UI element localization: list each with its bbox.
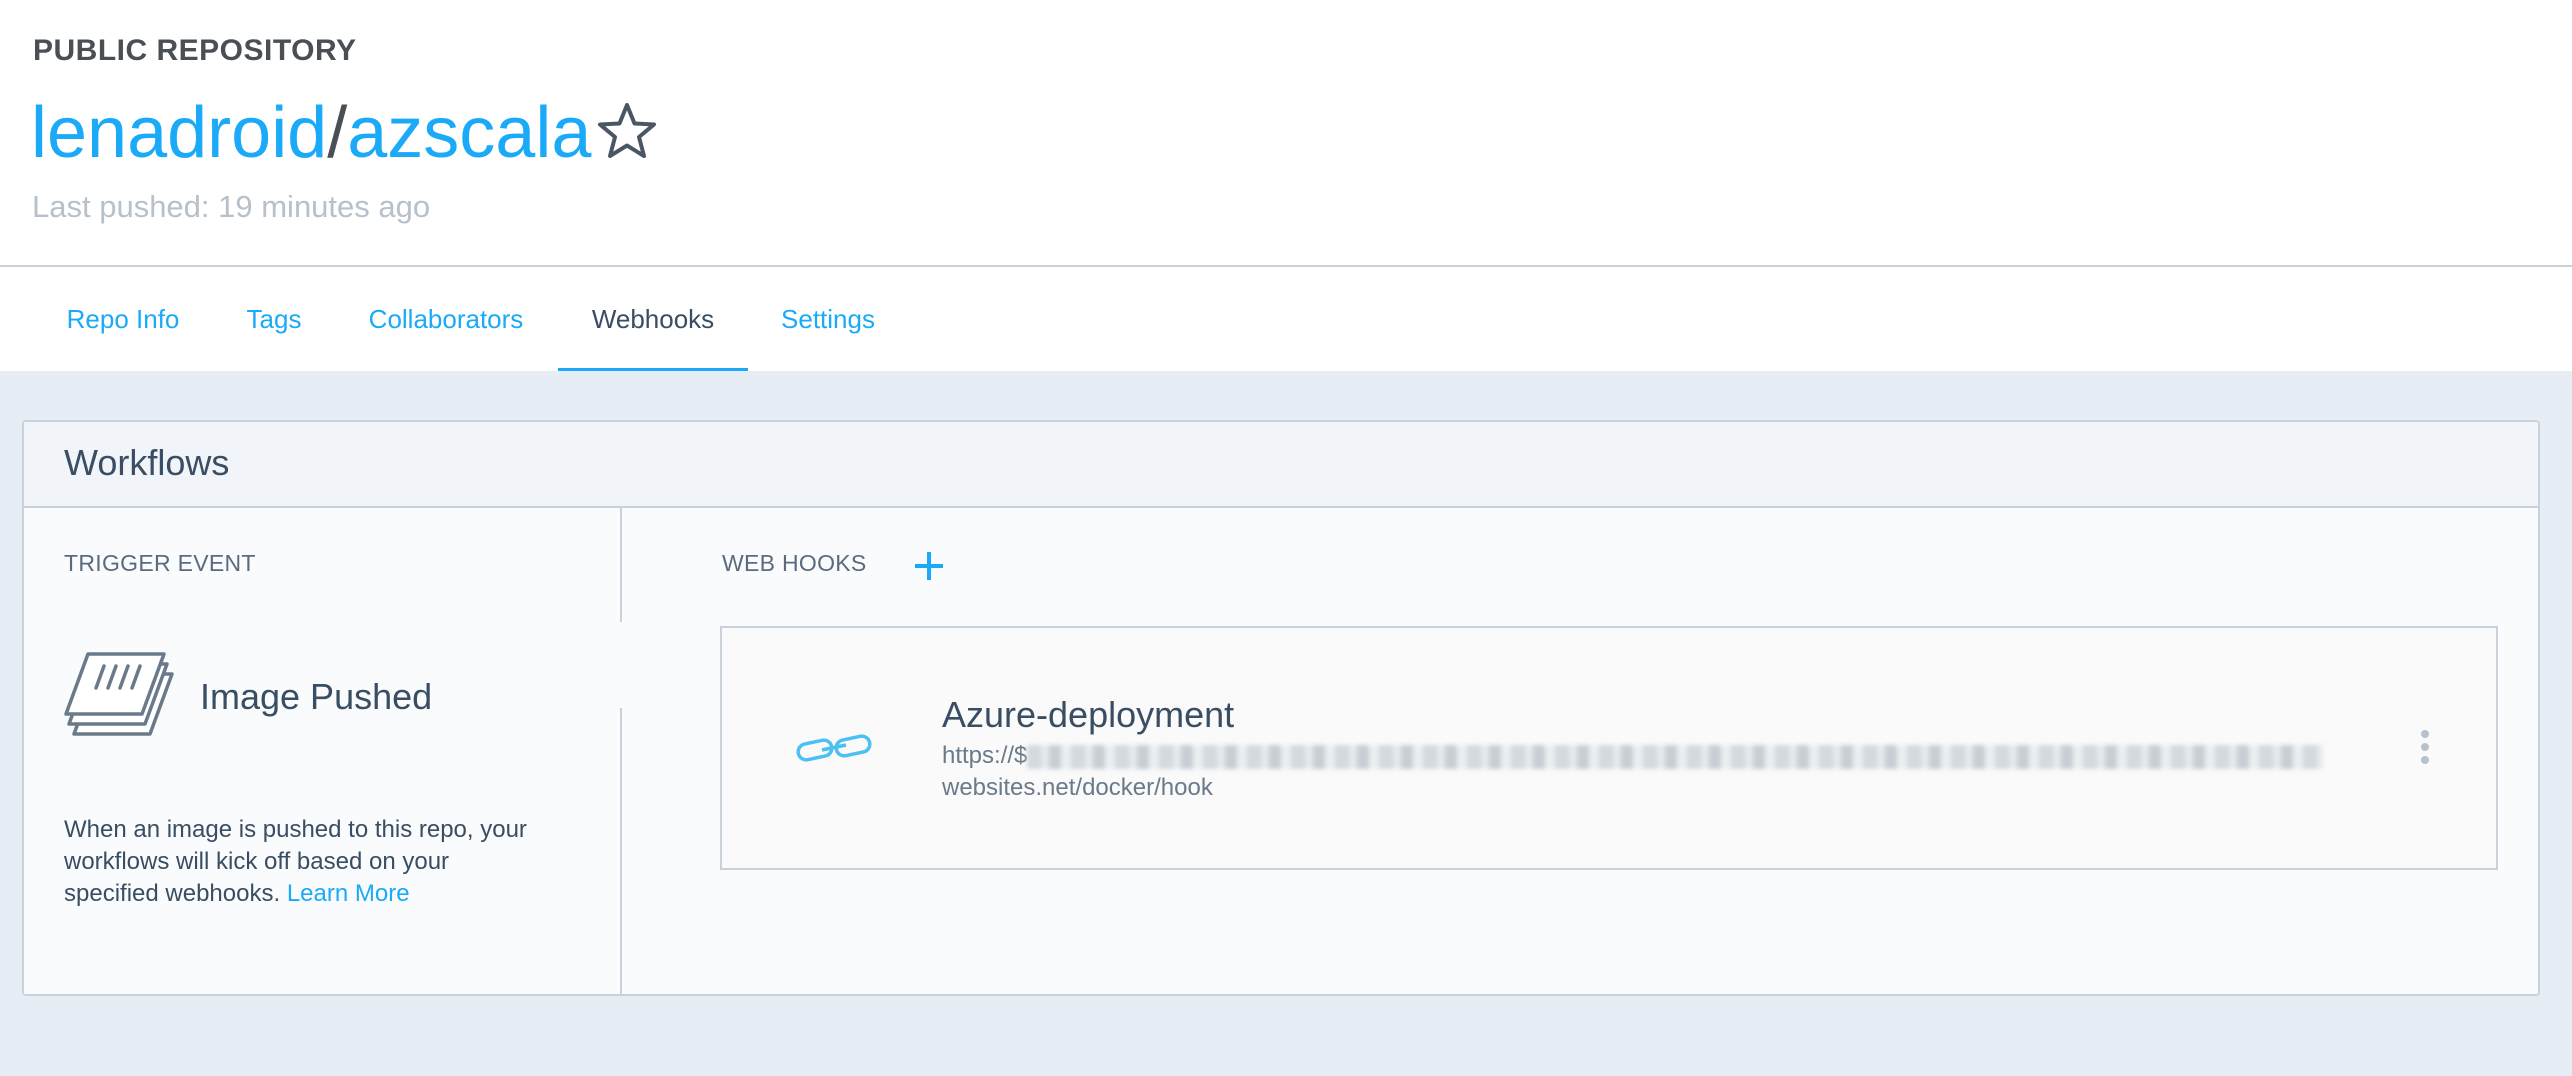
event-description: When an image is pushed to this repo, yo… [64,814,534,910]
webhook-url-suffix: websites.net/docker/hook [942,774,1213,801]
workflows-panel: Workflows TRIGGER EVENT Image Pushed Whe… [22,420,2540,996]
repo-header: PUBLIC REPOSITORY lenadroid/azscala Last… [0,0,2572,267]
webhooks-label: WEB HOOKS [722,550,867,576]
learn-more-link[interactable]: Learn More [287,880,410,907]
link-icon [796,734,872,762]
repo-separator: / [327,93,348,173]
repo-tabs: Repo Info Tags Collaborators Webhooks Se… [0,267,2572,371]
tab-collaborators[interactable]: Collaborators [367,267,525,371]
webhook-name: Azure-deployment [942,694,1235,735]
tab-webhooks[interactable]: Webhooks [558,267,748,371]
repo-visibility-label: PUBLIC REPOSITORY [33,34,357,67]
workflows-title: Workflows [64,442,230,483]
stacked-layers-icon [64,652,174,736]
tab-repo-info[interactable]: Repo Info [66,267,180,371]
webhook-url: https://$ websites.net/docker/hook [942,740,2342,804]
repo-namespace-link[interactable]: lenadroid [31,93,327,173]
webhook-more-menu-icon[interactable] [2420,730,2430,768]
star-icon[interactable] [596,101,658,163]
event-name: Image Pushed [200,676,433,717]
webhook-card[interactable]: Azure-deployment https://$ websites.net/… [720,626,2498,870]
last-pushed-text: Last pushed: 19 minutes ago [32,189,431,224]
repo-name-link[interactable]: azscala [347,93,591,173]
repo-title: lenadroid/azscala [31,88,591,178]
tab-settings[interactable]: Settings [780,267,876,371]
add-webhook-plus-icon[interactable] [913,550,945,582]
workflows-header: Workflows [24,422,2538,508]
redacted-url-segment [1027,744,2324,769]
webhook-url-prefix: https://$ [942,742,1028,769]
trigger-event-column: TRIGGER EVENT Image Pushed When an image… [24,508,622,994]
tab-tags[interactable]: Tags [245,267,303,371]
webhooks-column: WEB HOOKS Azure-deployment https://$ web… [622,508,2538,994]
trigger-event-label: TRIGGER EVENT [64,550,256,576]
